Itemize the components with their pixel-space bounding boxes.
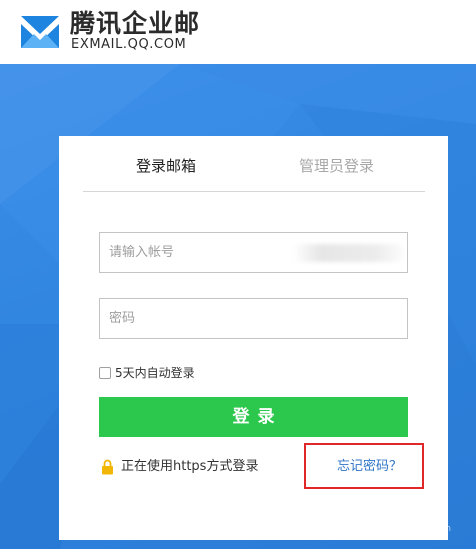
login-button[interactable]: 登录 — [99, 397, 408, 437]
remember-me[interactable]: 5天内自动登录 — [99, 364, 195, 382]
remember-checkbox[interactable] — [99, 367, 111, 379]
exmail-logo-icon — [21, 16, 59, 48]
tab-admin-login[interactable]: 管理员登录 — [299, 156, 374, 176]
password-field — [99, 298, 408, 339]
account-field — [99, 232, 408, 273]
redaction-blur — [293, 244, 403, 262]
forgot-password-link[interactable]: 忘记密码？ — [337, 457, 402, 477]
watermark-logo: Bai经验 — [354, 500, 430, 524]
remember-label: 5天内自动登录 — [115, 366, 195, 380]
watermark: Bai经验 jingyan.baidu.com — [354, 500, 472, 540]
tab-mailbox-login[interactable]: 登录邮箱 — [136, 156, 196, 176]
https-notice: 正在使用https方式登录 — [101, 457, 258, 477]
watermark-sub: jingyan.baidu.com — [368, 524, 452, 534]
brand-domain: EXMAIL.QQ.COM — [71, 37, 187, 52]
login-card: 登录邮箱 管理员登录 5天内自动登录 登录 正在使用https方式登录 忘记密码… — [59, 136, 448, 540]
https-notice-label: 正在使用https方式登录 — [121, 459, 259, 474]
lock-icon — [102, 459, 113, 475]
password-input[interactable] — [100, 299, 407, 338]
top-header: 腾讯企业邮 EXMAIL.QQ.COM — [0, 0, 476, 64]
brand-name: 腾讯企业邮 — [70, 9, 201, 38]
tab-divider — [83, 191, 425, 192]
